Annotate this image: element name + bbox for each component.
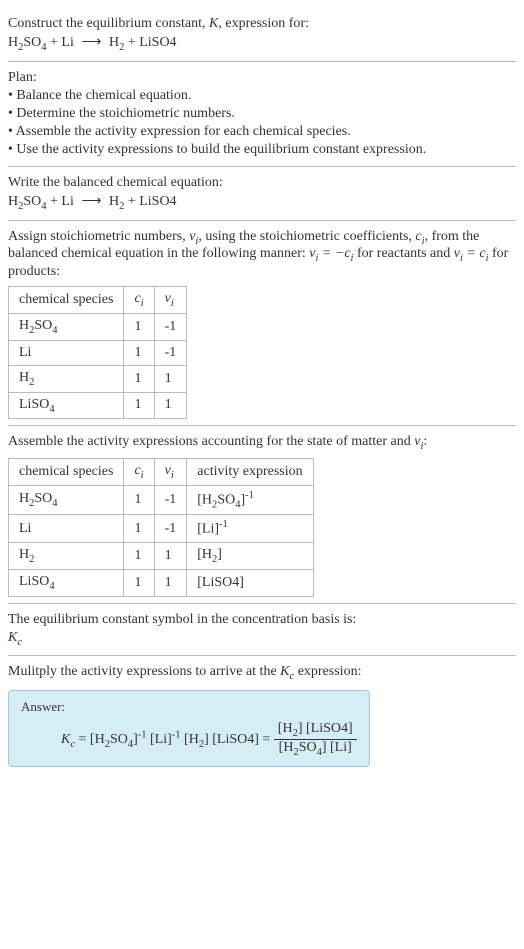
activity-intro: Assemble the activity expressions accoun… bbox=[8, 434, 516, 452]
table-row: H2SO41-1 bbox=[9, 313, 187, 340]
answer-expression: Kc = [H2SO4]-1 [Li]-1 [H2] [LiSO4] = [H2… bbox=[21, 721, 357, 758]
multiply-section: Mulitply the activity expressions to arr… bbox=[8, 656, 516, 772]
activity-intro-b: : bbox=[423, 434, 427, 449]
plan-item-4: • Use the activity expressions to build … bbox=[8, 142, 516, 158]
table-row: LiSO411[LiSO4] bbox=[9, 569, 314, 596]
answer-fraction: [H2] [LiSO4] [H2SO4] [Li] bbox=[274, 721, 357, 758]
stoich-section: Assign stoichiometric numbers, νi, using… bbox=[8, 221, 516, 427]
reaction-unbalanced: H2SO4 + Li ⟶ H2 + LiSO4 bbox=[8, 34, 516, 53]
cell-nui: 1 bbox=[154, 365, 187, 392]
nu-i: νi bbox=[189, 229, 198, 244]
cell-ci: 1 bbox=[124, 485, 154, 514]
kc-inline: Kc bbox=[280, 664, 294, 679]
for-reactants: for reactants and bbox=[353, 246, 453, 261]
multiply-line: Mulitply the activity expressions to arr… bbox=[8, 664, 516, 682]
activity-table: chemical species ci νi activity expressi… bbox=[8, 458, 314, 597]
prompt-suffix: , expression for: bbox=[218, 16, 309, 31]
balanced-heading: Write the balanced chemical equation: bbox=[8, 175, 516, 191]
activity-intro-a: Assemble the activity expressions accoun… bbox=[8, 434, 414, 449]
col-nui: νi bbox=[154, 287, 187, 314]
rel-products: νi = ci bbox=[454, 246, 489, 261]
table-header-row: chemical species ci νi bbox=[9, 287, 187, 314]
reaction-balanced: H2SO4 + Li ⟶ H2 + LiSO4 bbox=[8, 193, 516, 212]
answer-label: Answer: bbox=[21, 699, 357, 715]
balanced-section: Write the balanced chemical equation: H2… bbox=[8, 167, 516, 221]
cell-ci: 1 bbox=[124, 340, 154, 365]
stoich-intro-b: , using the stoichiometric coefficients, bbox=[198, 229, 415, 244]
col-ci: ci bbox=[124, 287, 154, 314]
col-species: chemical species bbox=[9, 287, 124, 314]
cell-activity: [Li]-1 bbox=[187, 515, 313, 543]
plan-item-1-text: Balance the chemical equation. bbox=[16, 88, 191, 103]
rel-reactants: νi = −ci bbox=[309, 246, 353, 261]
kc-symbol: Kc bbox=[8, 630, 516, 648]
cell-species: Li bbox=[9, 515, 124, 543]
symbol-line: The equilibrium constant symbol in the c… bbox=[8, 612, 516, 628]
cell-ci: 1 bbox=[124, 543, 154, 570]
cell-ci: 1 bbox=[124, 313, 154, 340]
cell-species: Li bbox=[9, 340, 124, 365]
cell-species: H2 bbox=[9, 543, 124, 570]
intro-section: Construct the equilibrium constant, K, e… bbox=[8, 8, 516, 62]
cell-ci: 1 bbox=[124, 569, 154, 596]
plan-item-3-text: Assemble the activity expression for eac… bbox=[16, 124, 351, 139]
symbol-section: The equilibrium constant symbol in the c… bbox=[8, 604, 516, 657]
stoich-table: chemical species ci νi H2SO41-1 Li1-1 H2… bbox=[8, 286, 187, 419]
cell-activity: [H2] bbox=[187, 543, 313, 570]
plan-item-2: • Determine the stoichiometric numbers. bbox=[8, 106, 516, 122]
col-species: chemical species bbox=[9, 459, 124, 486]
cell-nui: 1 bbox=[154, 569, 187, 596]
plan-item-4-text: Use the activity expressions to build th… bbox=[16, 142, 426, 157]
activity-section: Assemble the activity expressions accoun… bbox=[8, 426, 516, 603]
cell-species: H2SO4 bbox=[9, 313, 124, 340]
cell-nui: 1 bbox=[154, 543, 187, 570]
fraction-denominator: [H2SO4] [Li] bbox=[274, 740, 357, 758]
table-row: Li1-1 bbox=[9, 340, 187, 365]
col-activity: activity expression bbox=[187, 459, 313, 486]
cell-nui: -1 bbox=[154, 313, 187, 340]
plan-section: Plan: • Balance the chemical equation. •… bbox=[8, 62, 516, 167]
answer-box: Answer: Kc = [H2SO4]-1 [Li]-1 [H2] [LiSO… bbox=[8, 690, 370, 767]
cell-nui: -1 bbox=[154, 485, 187, 514]
table-row: H211 bbox=[9, 365, 187, 392]
answer-eq: = [H2SO4]-1 [Li]-1 [H2] [LiSO4] = bbox=[79, 732, 274, 747]
cell-nui: -1 bbox=[154, 515, 187, 543]
prompt-prefix: Construct the equilibrium constant, bbox=[8, 16, 209, 31]
kc-answer: Kc bbox=[61, 732, 75, 747]
cell-species: H2 bbox=[9, 365, 124, 392]
table-row: H211[H2] bbox=[9, 543, 314, 570]
fraction-numerator: [H2] [LiSO4] bbox=[274, 721, 357, 740]
cell-nui: 1 bbox=[154, 392, 187, 419]
cell-activity: [LiSO4] bbox=[187, 569, 313, 596]
cell-nui: -1 bbox=[154, 340, 187, 365]
plan-heading: Plan: bbox=[8, 70, 516, 86]
plan-item-1: • Balance the chemical equation. bbox=[8, 88, 516, 104]
cell-species: LiSO4 bbox=[9, 392, 124, 419]
cell-species: H2SO4 bbox=[9, 485, 124, 514]
prompt-line: Construct the equilibrium constant, K, e… bbox=[8, 16, 516, 32]
table-row: H2SO41-1[H2SO4]-1 bbox=[9, 485, 314, 514]
stoich-intro-a: Assign stoichiometric numbers, bbox=[8, 229, 189, 244]
cell-ci: 1 bbox=[124, 515, 154, 543]
cell-ci: 1 bbox=[124, 365, 154, 392]
cell-species: LiSO4 bbox=[9, 569, 124, 596]
plan-item-3: • Assemble the activity expression for e… bbox=[8, 124, 516, 140]
table-row: Li1-1[Li]-1 bbox=[9, 515, 314, 543]
col-nui: νi bbox=[154, 459, 187, 486]
multiply-a: Mulitply the activity expressions to arr… bbox=[8, 664, 280, 679]
c-i: ci bbox=[415, 229, 424, 244]
multiply-b: expression: bbox=[294, 664, 361, 679]
k-symbol: K bbox=[209, 16, 218, 31]
cell-ci: 1 bbox=[124, 392, 154, 419]
plan-item-2-text: Determine the stoichiometric numbers. bbox=[16, 106, 235, 121]
cell-activity: [H2SO4]-1 bbox=[187, 485, 313, 514]
col-ci: ci bbox=[124, 459, 154, 486]
table-row: LiSO411 bbox=[9, 392, 187, 419]
stoich-intro: Assign stoichiometric numbers, νi, using… bbox=[8, 229, 516, 281]
table-header-row: chemical species ci νi activity expressi… bbox=[9, 459, 314, 486]
